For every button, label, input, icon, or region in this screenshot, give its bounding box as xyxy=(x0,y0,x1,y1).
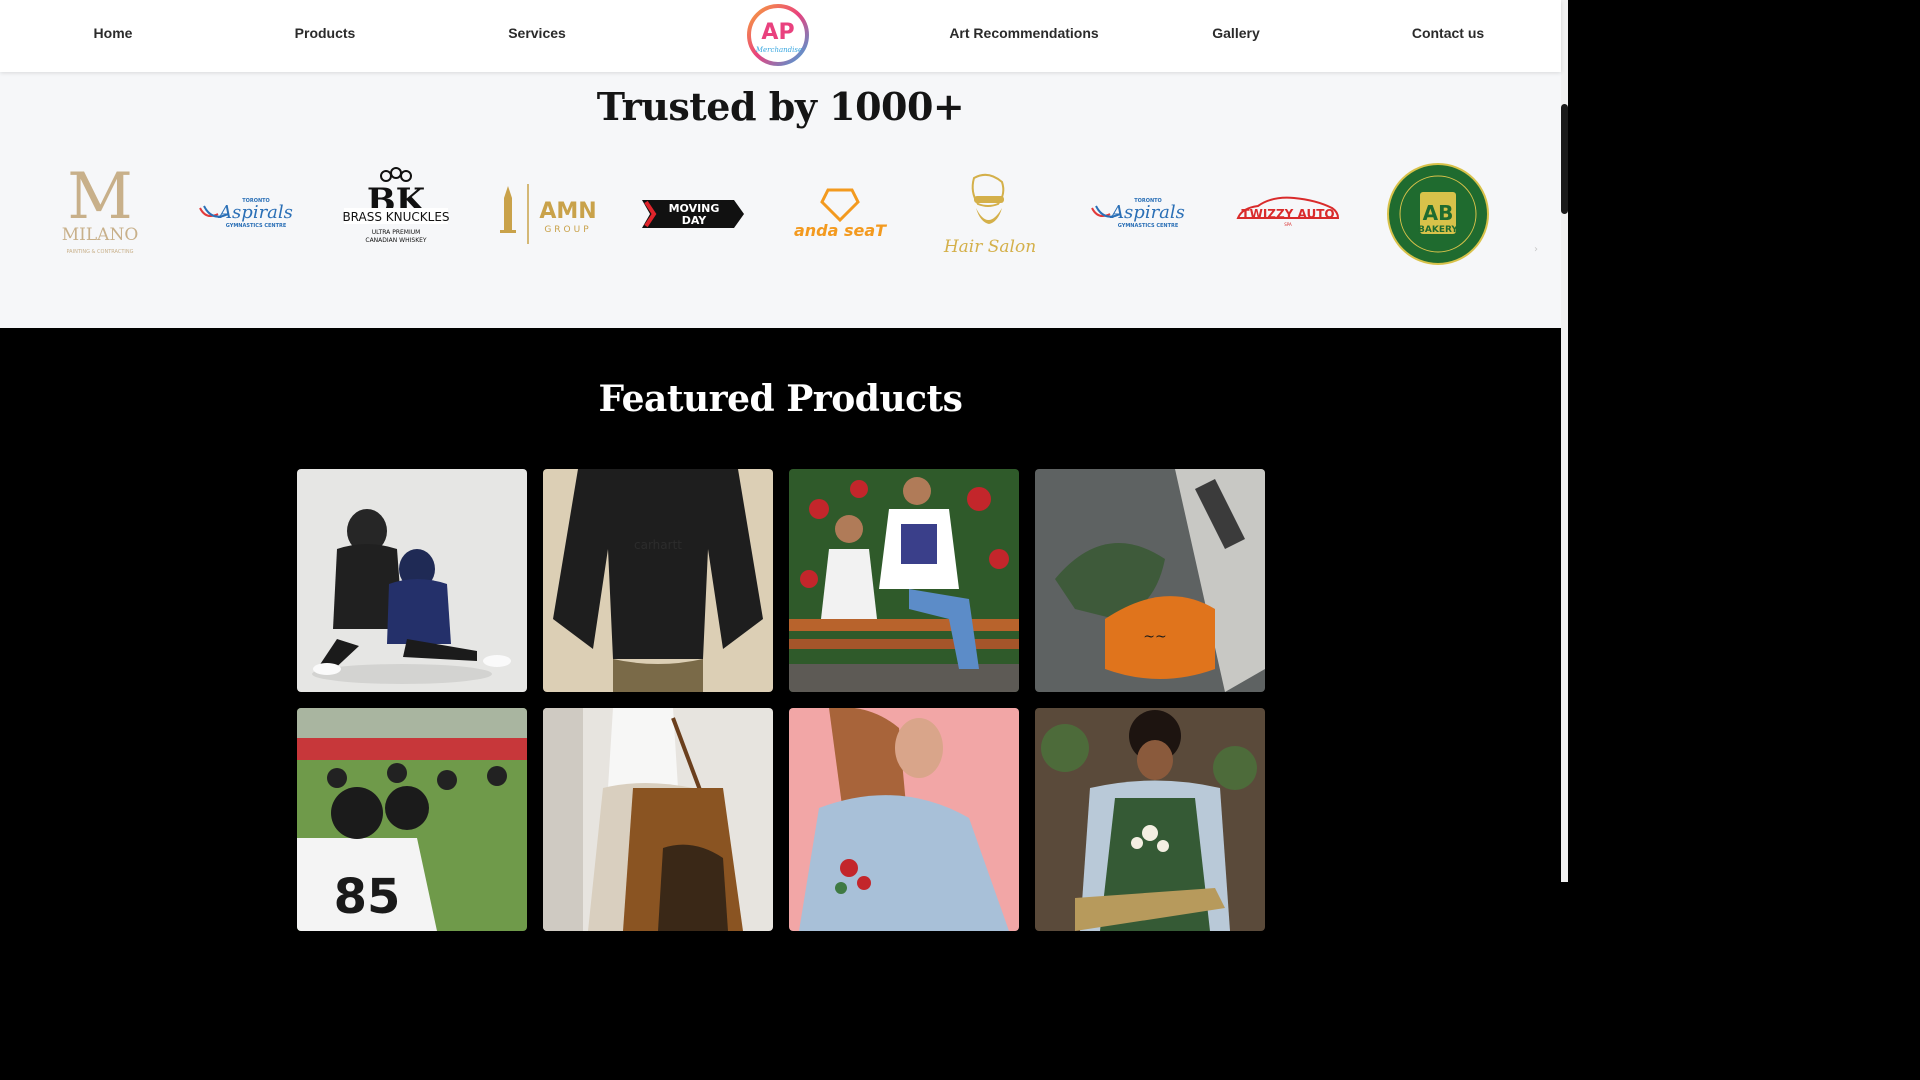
carousel-next-arrow[interactable]: › xyxy=(1534,244,1538,255)
svg-text:~~: ~~ xyxy=(1143,629,1166,645)
product-card-apron[interactable] xyxy=(1035,708,1265,931)
toronto-aspirals-logo-2: TORONTO Aspirals GYMNASTICS CENTRE xyxy=(1086,160,1194,268)
toronto-aspirals-logo: TORONTO Aspirals GYMNASTICS CENTRE xyxy=(194,160,302,268)
svg-text:PAINTING & CONTRACTING: PAINTING & CONTRACTING xyxy=(66,249,133,255)
svg-text:Hair Salon: Hair Salon xyxy=(943,237,1036,257)
nav-gallery[interactable]: Gallery xyxy=(1212,25,1259,41)
trusted-title: Trusted by 1000+ xyxy=(596,84,965,129)
featured-title: Featured Products xyxy=(598,378,963,420)
svg-text:AB: AB xyxy=(1423,201,1454,225)
svg-text:BAKERY: BAKERY xyxy=(1418,225,1458,235)
anda-seat-logo: anda seaT xyxy=(786,160,894,268)
milano-logo: M MILANO PAINTING & CONTRACTING xyxy=(46,160,154,268)
product-card-bag[interactable] xyxy=(543,708,773,931)
product-card-football[interactable]: 85 xyxy=(297,708,527,931)
svg-text:carhartt: carhartt xyxy=(634,538,682,552)
product-card-bench[interactable] xyxy=(789,469,1019,692)
svg-text:DAY: DAY xyxy=(682,214,708,227)
trusted-section: Trusted by 1000+ M MILANO PAINTING & CON… xyxy=(0,72,1561,328)
amn-group-logo: AMN GROUP xyxy=(490,160,598,268)
svg-text:SPA: SPA xyxy=(1284,222,1292,227)
brass-knuckles-logo: BK BRASS KNUCKLES ULTRA PREMIUM CANADIAN… xyxy=(342,160,450,268)
svg-text:85: 85 xyxy=(334,869,401,925)
svg-text:M: M xyxy=(67,160,133,234)
svg-text:MILANO: MILANO xyxy=(62,225,139,245)
nav-art-recommendations[interactable]: Art Recommendations xyxy=(949,25,1098,41)
brand-logo[interactable]: AP Merchandise xyxy=(746,4,810,66)
ab-bakery-logo: AB BAKERY xyxy=(1384,160,1492,268)
svg-text:AP: AP xyxy=(761,20,794,45)
product-card-caps[interactable]: ~~ xyxy=(1035,469,1265,692)
svg-text:BRASS KNUCKLES: BRASS KNUCKLES xyxy=(342,210,449,224)
product-card-hoodies[interactable] xyxy=(297,469,527,692)
site-header: Home Products Services AP Merchandise Ar… xyxy=(0,0,1561,72)
scrollbar-thumb[interactable] xyxy=(1561,104,1568,214)
svg-text:GYMNASTICS CENTRE: GYMNASTICS CENTRE xyxy=(1118,223,1179,229)
svg-text:GYMNASTICS CENTRE: GYMNASTICS CENTRE xyxy=(226,223,287,229)
nav-contact-us[interactable]: Contact us xyxy=(1412,25,1484,41)
nav-products[interactable]: Products xyxy=(295,25,356,41)
svg-text:ULTRA PREMIUM: ULTRA PREMIUM xyxy=(372,229,421,236)
product-card-denim[interactable] xyxy=(789,708,1019,931)
svg-text:TWIZZY AUTO: TWIZZY AUTO xyxy=(1241,207,1334,221)
nav-services[interactable]: Services xyxy=(508,25,566,41)
svg-text:anda seaT: anda seaT xyxy=(794,221,887,240)
twizzy-auto-logo: TWIZZY AUTO SPA xyxy=(1234,160,1342,268)
svg-text:CANADIAN WHISKEY: CANADIAN WHISKEY xyxy=(365,237,427,244)
moving-day-logo: MOVING DAY xyxy=(638,160,746,268)
nav-home[interactable]: Home xyxy=(94,25,133,41)
svg-text:GROUP: GROUP xyxy=(544,225,591,235)
svg-text:AMN: AMN xyxy=(539,199,596,224)
featured-section: Featured Products xyxy=(0,328,1561,882)
svg-text:Aspirals: Aspirals xyxy=(217,202,293,223)
hair-salon-logo: Hair Salon xyxy=(934,160,1042,268)
svg-text:Aspirals: Aspirals xyxy=(1109,202,1185,223)
product-card-sweatshirt[interactable]: carhartt xyxy=(543,469,773,692)
svg-text:Merchandise: Merchandise xyxy=(755,46,802,54)
